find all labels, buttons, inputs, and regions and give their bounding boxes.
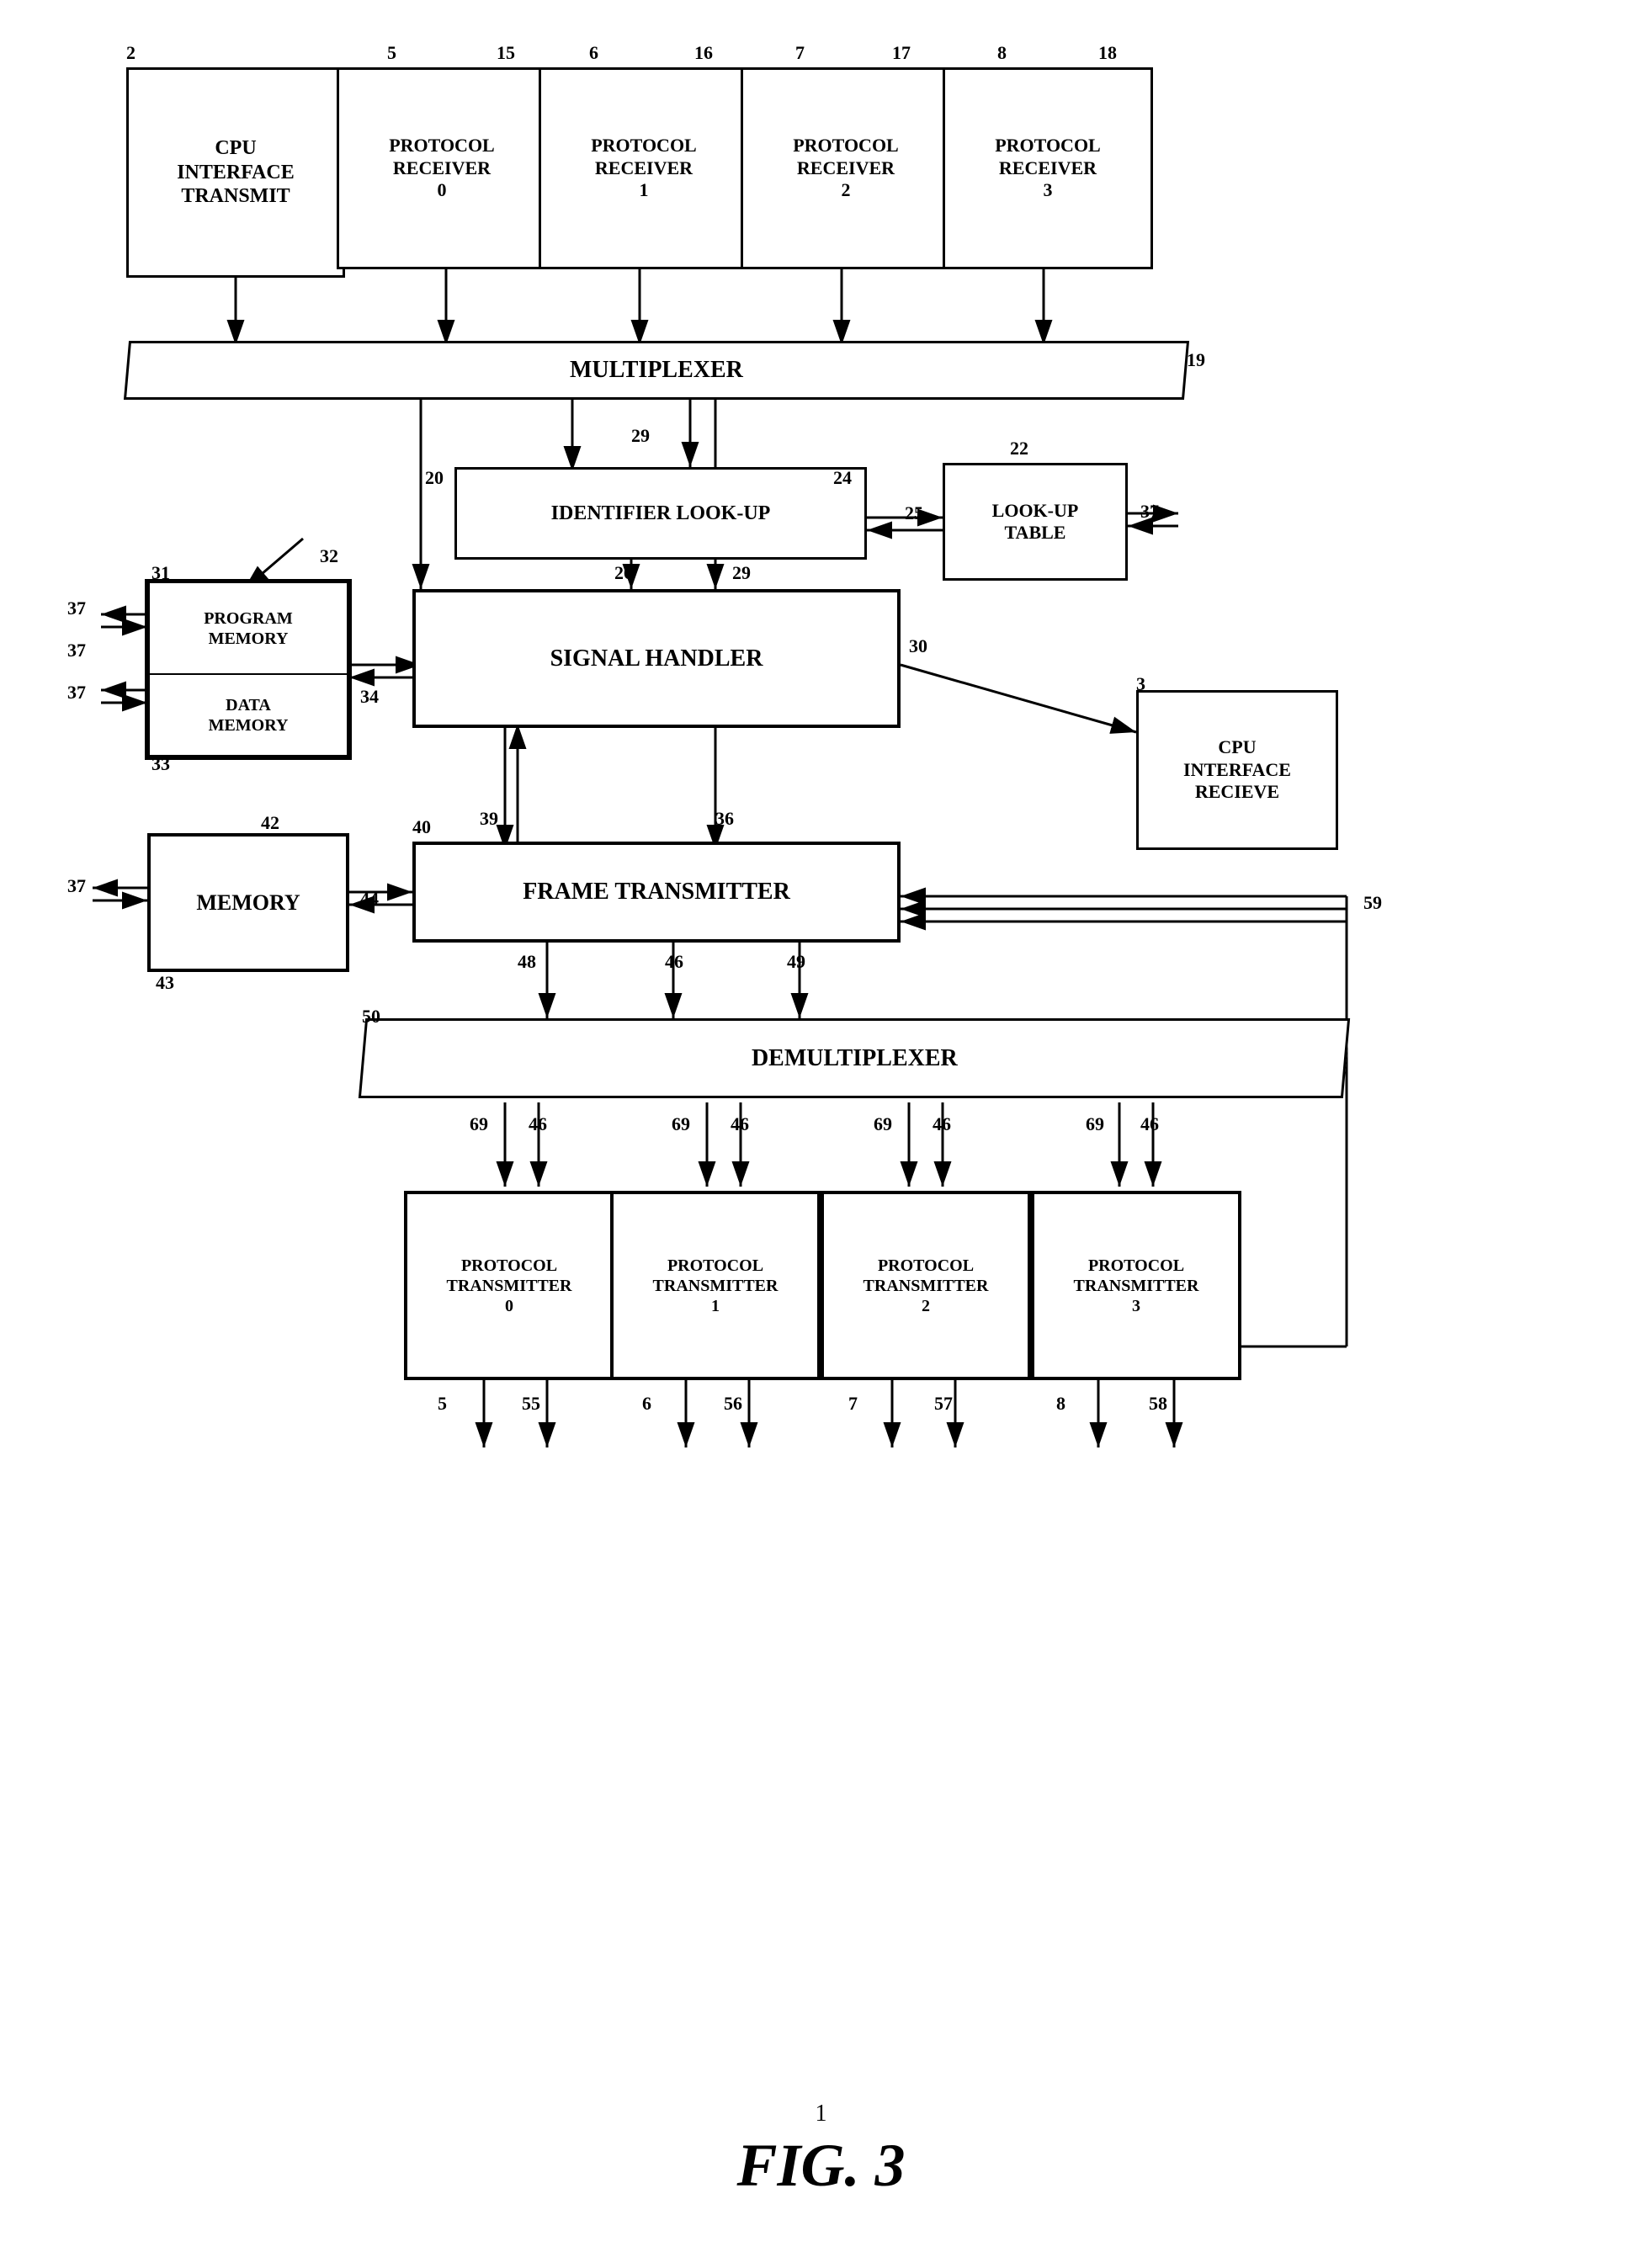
ref-37-left-mid: 37 [67, 640, 86, 661]
ref-69-pt3: 69 [1086, 1113, 1104, 1135]
ref-18: 18 [1098, 42, 1117, 64]
ref-40: 40 [412, 816, 431, 838]
ref-59: 59 [1363, 892, 1382, 914]
ref-30: 30 [909, 635, 927, 657]
frame-transmitter-box: FRAME TRANSMITTER [412, 842, 901, 943]
ref-36: 36 [715, 808, 734, 830]
ref-69-pt2: 69 [874, 1113, 892, 1135]
ref-22-top: 22 [1010, 438, 1028, 459]
ref-58: 58 [1149, 1393, 1167, 1415]
ref-46-ft: 46 [665, 951, 683, 973]
figure-caption: FIG. 3 [736, 2131, 905, 2201]
cpu-interface-transmit-box: CPU INTERFACE TRANSMIT [126, 67, 345, 278]
ref-15: 15 [497, 42, 515, 64]
demultiplexer-box: DEMULTIPLEXER [359, 1018, 1350, 1098]
ref-17: 17 [892, 42, 911, 64]
protocol-transmitter-0-box: PROTOCOL TRANSMITTER 0 [404, 1191, 614, 1380]
ref-25: 25 [905, 502, 923, 524]
protocol-receiver-1-box: PROTOCOL RECEIVER 1 [539, 67, 749, 269]
ref-43: 43 [156, 972, 174, 994]
ref-6-top: 6 [589, 42, 598, 64]
ref-46-pt0: 46 [529, 1113, 547, 1135]
ref-37-mem-l: 37 [67, 875, 86, 897]
protocol-transmitter-2-box: PROTOCOL TRANSMITTER 2 [821, 1191, 1031, 1380]
cpu-interface-receive-box: CPU INTERFACE RECIEVE [1136, 690, 1338, 850]
multiplexer-box: MULTIPLEXER [124, 341, 1189, 400]
ref-69-pt1: 69 [672, 1113, 690, 1135]
ref-3: 3 [1136, 673, 1145, 695]
ref-34: 34 [360, 686, 379, 708]
ref-26: 26 [614, 562, 633, 584]
lookup-table-box: LOOK-UP TABLE [943, 463, 1128, 581]
identifier-lookup-box: IDENTIFIER LOOK-UP [454, 467, 867, 560]
ref-24: 24 [833, 467, 852, 489]
ref-46-pt2: 46 [933, 1113, 951, 1135]
ref-5-top: 5 [387, 42, 396, 64]
memory-box: MEMORY [147, 833, 349, 972]
ref-37-left-bot: 37 [67, 682, 86, 704]
figure-ref-num: 1 [736, 2101, 905, 2127]
ref-69-pt0: 69 [470, 1113, 488, 1135]
data-memory-box: DATA MEMORY [147, 673, 349, 757]
diagram-container: 2 5 15 6 16 7 17 8 18 CPU INTERFACE TRAN… [0, 0, 1642, 2268]
ref-39: 39 [480, 808, 498, 830]
ref-29-sh: 29 [732, 562, 751, 584]
ref-29-top: 29 [631, 425, 650, 447]
ref-8-bot: 8 [1056, 1393, 1065, 1415]
ref-49: 49 [787, 951, 805, 973]
ref-19: 19 [1187, 349, 1205, 371]
protocol-transmitter-3-box: PROTOCOL TRANSMITTER 3 [1031, 1191, 1241, 1380]
ref-44: 44 [360, 888, 379, 910]
ref-31: 31 [151, 562, 170, 584]
ref-7-bot: 7 [848, 1393, 858, 1415]
program-memory-box: PROGRAM MEMORY [147, 581, 349, 673]
ref-37-left-top: 37 [67, 598, 86, 619]
ref-46-pt1: 46 [731, 1113, 749, 1135]
protocol-transmitter-1-box: PROTOCOL TRANSMITTER 1 [610, 1191, 821, 1380]
ref-57: 57 [934, 1393, 953, 1415]
signal-handler-box: SIGNAL HANDLER [412, 589, 901, 728]
figure-caption-area: 1 FIG. 3 [736, 2101, 905, 2201]
ref-56: 56 [724, 1393, 742, 1415]
ref-20: 20 [425, 467, 444, 489]
ref-7-top: 7 [795, 42, 805, 64]
ref-46-pt3: 46 [1140, 1113, 1159, 1135]
ref-2: 2 [126, 42, 136, 64]
ref-42: 42 [261, 812, 279, 834]
ref-8-top: 8 [997, 42, 1007, 64]
ref-5-bot: 5 [438, 1393, 447, 1415]
ref-6-bot: 6 [642, 1393, 651, 1415]
protocol-receiver-2-box: PROTOCOL RECEIVER 2 [741, 67, 951, 269]
protocol-receiver-0-box: PROTOCOL RECEIVER 0 [337, 67, 547, 269]
protocol-receiver-3-box: PROTOCOL RECEIVER 3 [943, 67, 1153, 269]
ref-16: 16 [694, 42, 713, 64]
ref-33: 33 [151, 753, 170, 775]
ref-50: 50 [362, 1006, 380, 1028]
ref-37-right-lut: 37 [1140, 501, 1159, 523]
ref-55: 55 [522, 1393, 540, 1415]
ref-32: 32 [320, 545, 338, 567]
ref-48: 48 [518, 951, 536, 973]
